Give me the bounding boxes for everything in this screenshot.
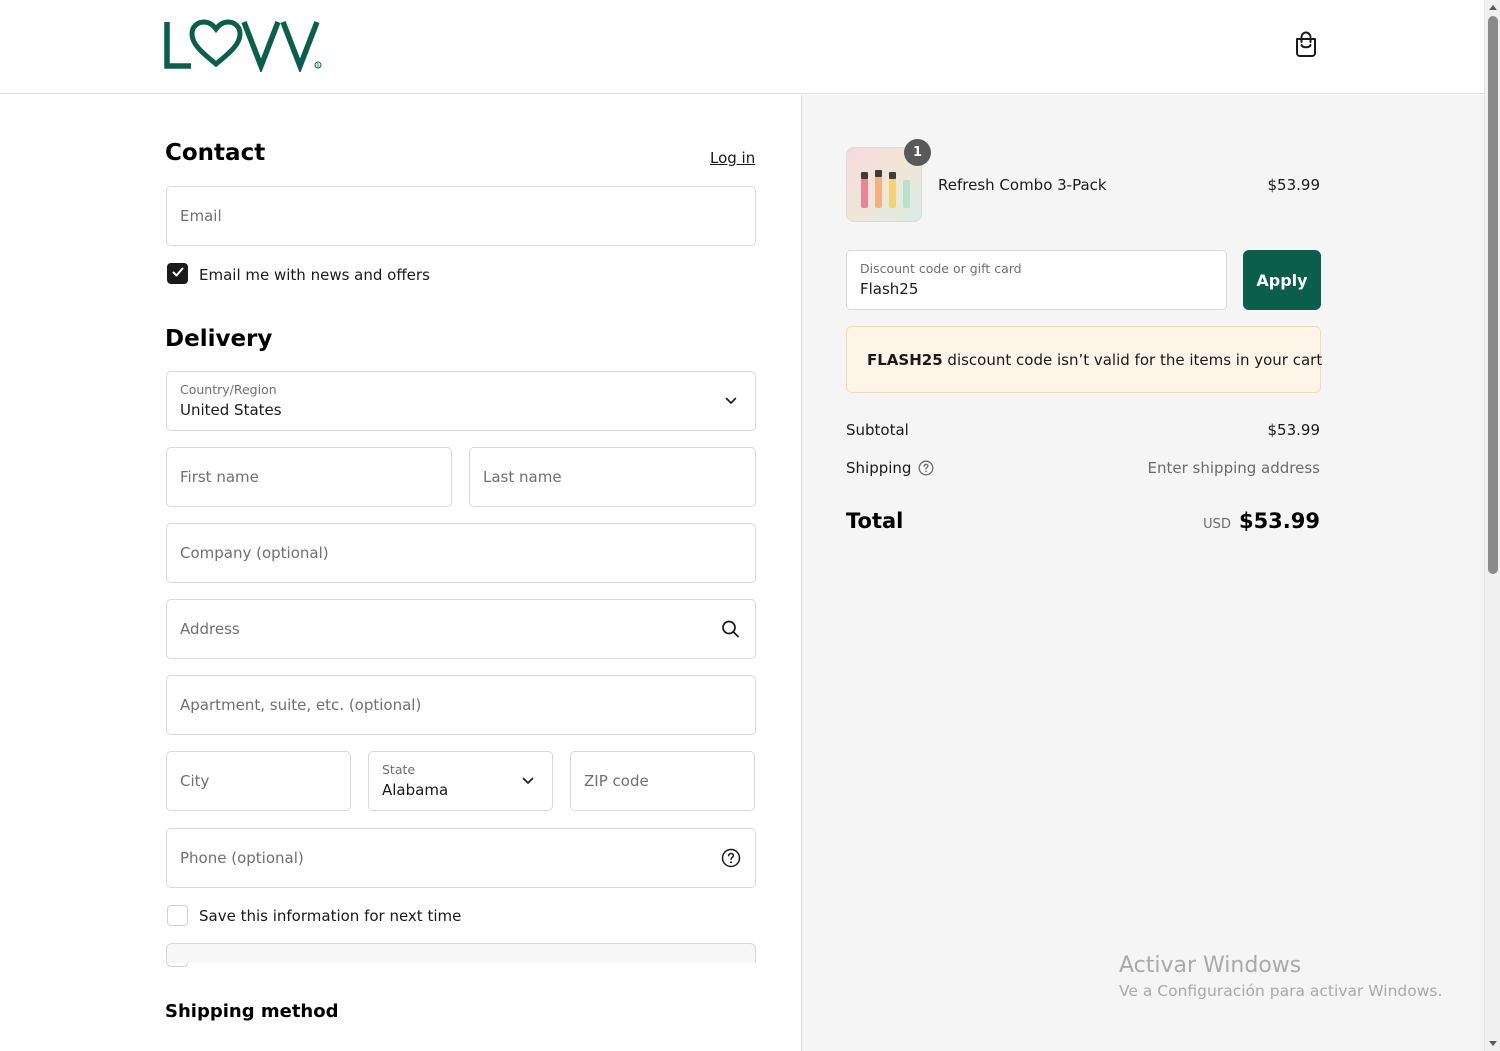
address-placeholder: Address — [180, 620, 240, 638]
chevron-down-icon — [725, 397, 737, 405]
subtotal-label: Subtotal — [846, 421, 909, 439]
total-value-group: USD $53.99 — [1203, 509, 1320, 533]
state-value: Alabama — [382, 781, 449, 799]
state-select[interactable]: State Alabama — [368, 751, 553, 811]
zip-field[interactable]: ZIP code — [570, 751, 755, 811]
shipping-value: Enter shipping address — [1147, 459, 1320, 477]
zip-placeholder: ZIP code — [584, 772, 649, 790]
total-amount: $53.99 — [1238, 509, 1320, 533]
save-info-checkbox[interactable] — [167, 905, 188, 926]
quantity-badge: 1 — [904, 139, 931, 166]
checkmark-icon — [171, 264, 185, 283]
email-field[interactable]: Email — [166, 186, 756, 246]
windows-activation-watermark: Activar Windows Ve a Configuración para … — [1119, 953, 1442, 1000]
watermark-title: Activar Windows — [1119, 953, 1302, 978]
product-name: Refresh Combo 3-Pack — [938, 176, 1107, 194]
last-name-field[interactable]: Last name — [469, 447, 756, 507]
company-placeholder: Company (optional) — [180, 544, 329, 562]
email-placeholder: Email — [180, 207, 222, 225]
shipping-method-heading: Shipping method — [165, 1001, 339, 1022]
shipping-method-box — [166, 943, 756, 963]
city-placeholder: City — [180, 772, 210, 790]
checkout-form: Contact Log in Email Email me with news … — [0, 95, 800, 1051]
product-price: $53.99 — [1267, 176, 1321, 194]
error-message: discount code isn’t valid for the items … — [942, 351, 1323, 369]
scroll-up-arrow-icon[interactable] — [1485, 0, 1500, 14]
state-label: State — [382, 762, 416, 777]
apply-button[interactable]: Apply — [1243, 250, 1321, 310]
phone-placeholder: Phone (optional) — [180, 849, 304, 867]
country-label: Country/Region — [180, 382, 277, 397]
watermark-subtitle: Ve a Configuración para activar Windows. — [1119, 982, 1443, 1000]
brand-logo[interactable]: R — [164, 18, 324, 74]
header: R — [0, 0, 1484, 94]
search-icon — [721, 620, 740, 639]
phone-field[interactable]: Phone (optional) — [166, 828, 756, 888]
svg-text:R: R — [317, 63, 320, 68]
discount-value: Flash25 — [860, 280, 919, 298]
shopping-bag-icon — [1294, 31, 1318, 61]
error-code: FLASH25 — [867, 351, 943, 369]
country-value: United States — [180, 401, 282, 419]
first-name-field[interactable]: First name — [166, 447, 452, 507]
city-field[interactable]: City — [166, 751, 351, 811]
shipping-row: Shipping — [846, 459, 934, 477]
apartment-placeholder: Apartment, suite, etc. (optional) — [180, 696, 422, 714]
address-field[interactable]: Address — [166, 599, 756, 659]
delivery-heading: Delivery — [165, 326, 273, 352]
order-summary: 1 Refresh Combo 3-Pack $53.99 Discount c… — [801, 95, 1484, 1051]
help-circle-icon[interactable] — [721, 848, 741, 868]
cart-button[interactable] — [1290, 30, 1322, 62]
discount-error-banner: FLASH25 discount code isn’t valid for th… — [846, 326, 1322, 393]
first-name-placeholder: First name — [180, 468, 259, 486]
page-scrollbar[interactable] — [1484, 0, 1500, 1051]
total-label: Total — [846, 509, 904, 533]
discount-label: Discount code or gift card — [860, 261, 1022, 276]
discount-code-field[interactable]: Discount code or gift card Flash25 — [846, 250, 1227, 310]
scrollbar-thumb[interactable] — [1488, 16, 1498, 574]
company-field[interactable]: Company (optional) — [166, 523, 756, 583]
email-news-label: Email me with news and offers — [199, 266, 430, 284]
scroll-down-arrow-icon[interactable] — [1485, 1037, 1500, 1051]
discount-error-text: FLASH25 discount code isn’t valid for th… — [867, 351, 1322, 369]
last-name-placeholder: Last name — [483, 468, 562, 486]
country-select[interactable]: Country/Region United States — [166, 371, 756, 431]
save-info-label: Save this information for next time — [199, 907, 462, 925]
subtotal-value: $53.99 — [1267, 421, 1321, 439]
total-currency: USD — [1203, 517, 1231, 532]
apartment-field[interactable]: Apartment, suite, etc. (optional) — [166, 675, 756, 735]
email-news-checkbox[interactable] — [167, 263, 188, 284]
contact-heading: Contact — [165, 140, 266, 166]
shipping-label: Shipping — [846, 459, 912, 477]
chevron-down-icon — [522, 777, 534, 785]
login-link[interactable]: Log in — [710, 149, 755, 167]
help-circle-icon[interactable] — [918, 460, 934, 476]
